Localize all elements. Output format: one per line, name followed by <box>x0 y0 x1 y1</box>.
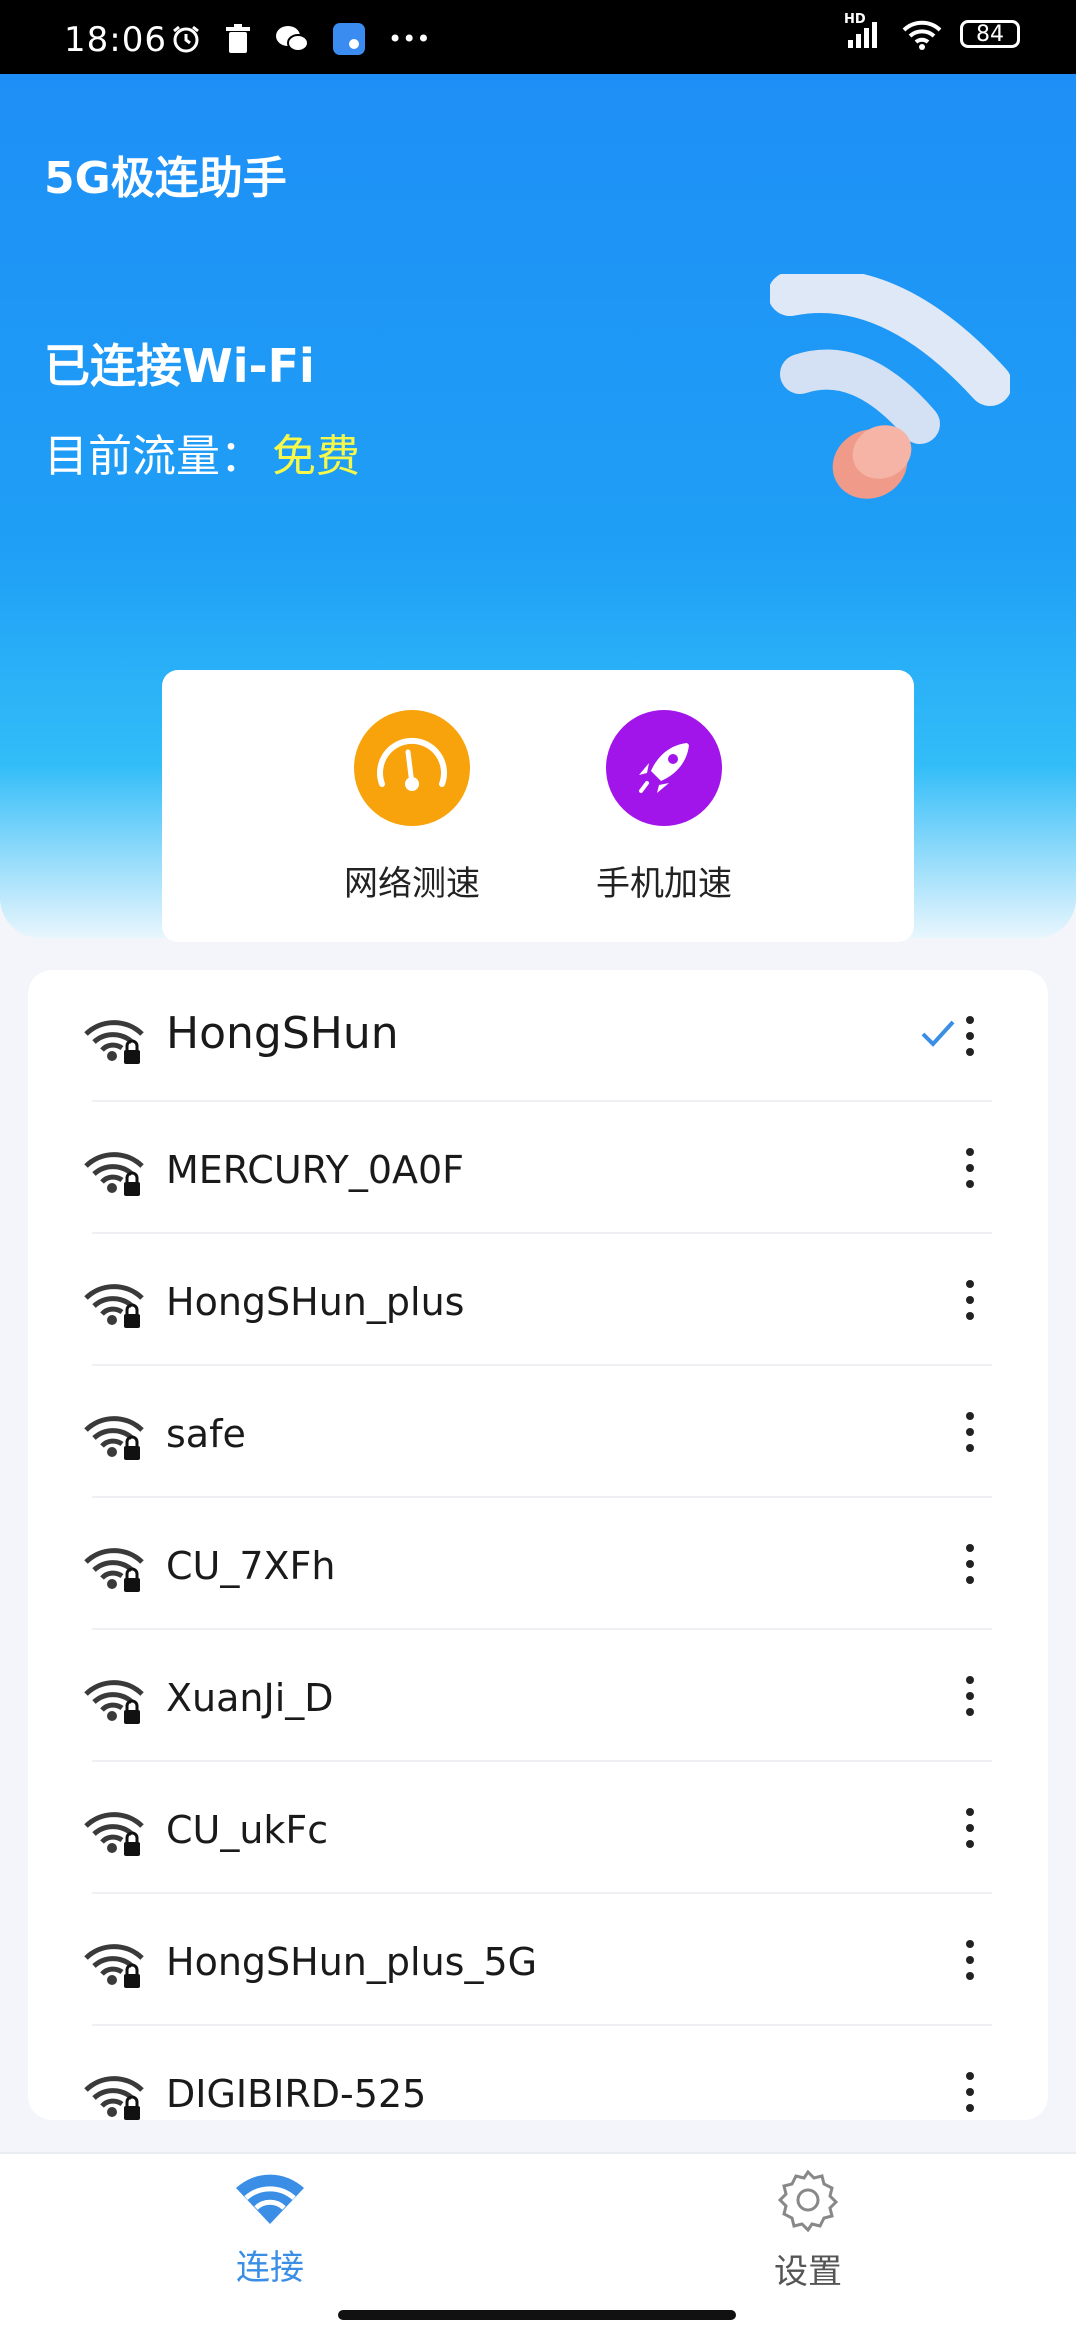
status-time: 18:06 <box>64 20 167 60</box>
network-row[interactable]: HongSHun_plus <box>28 1234 1048 1366</box>
network-ssid: HongSHun_plus <box>166 1280 465 1324</box>
app-title: 5G极连助手 <box>44 153 287 204</box>
home-indicator[interactable] <box>338 2310 736 2320</box>
wifi-locked-icon <box>84 1548 144 1592</box>
phone-boost-button[interactable]: 手机加速 <box>564 710 764 905</box>
network-ssid: MERCURY_0A0F <box>166 1148 465 1192</box>
more-options-icon[interactable] <box>964 1806 976 1850</box>
more-options-icon[interactable] <box>964 1014 976 1058</box>
network-ssid: HongSHun <box>166 1008 399 1059</box>
more-options-icon[interactable] <box>964 1542 976 1586</box>
wifi-locked-icon <box>84 1812 144 1856</box>
wifi-network-list: HongSHun MERCURY_0A0F HongSHun_plus safe… <box>28 970 1048 2120</box>
wifi-locked-icon <box>84 1152 144 1196</box>
network-row[interactable]: CU_ukFc <box>28 1762 1048 1894</box>
network-row[interactable]: MERCURY_0A0F <box>28 1102 1048 1234</box>
network-ssid: HongSHun_plus_5G <box>166 1940 538 1984</box>
network-ssid: XuanJi_D <box>166 1676 334 1720</box>
app-notification-icon <box>333 23 365 55</box>
more-options-icon[interactable] <box>964 1410 976 1454</box>
rocket-icon <box>606 710 722 826</box>
network-ssid: safe <box>166 1412 246 1456</box>
more-options-icon[interactable] <box>964 2070 976 2114</box>
wifi-illustration-icon <box>770 274 1010 499</box>
signal-icon: HD <box>844 12 884 50</box>
tab-settings-label: 设置 <box>774 2252 842 2292</box>
wechat-icon <box>276 26 309 52</box>
trash-icon <box>226 24 250 53</box>
network-row[interactable]: HongSHun <box>28 970 1048 1102</box>
network-ssid: CU_7XFh <box>166 1544 336 1588</box>
tab-connect-label: 连接 <box>236 2248 304 2288</box>
gear-icon <box>777 2169 839 2233</box>
tab-connect[interactable]: 连接 <box>170 2168 370 2289</box>
wifi-status-icon <box>902 20 942 50</box>
status-system-icons: HD 84 <box>844 12 1020 50</box>
traffic-label: 目前流量： <box>44 431 264 482</box>
tab-settings[interactable]: 设置 <box>708 2168 908 2293</box>
battery-level: 84 <box>976 21 1004 47</box>
network-row[interactable]: CU_7XFh <box>28 1498 1048 1630</box>
wifi-locked-icon <box>84 1944 144 1988</box>
status-bar: 18:06 ••• HD 84 <box>0 0 1076 74</box>
network-row[interactable]: XuanJi_D <box>28 1630 1048 1762</box>
network-row[interactable]: HongSHun_plus_5G <box>28 1894 1048 2026</box>
wifi-locked-icon <box>84 1284 144 1328</box>
speed-test-button[interactable]: 网络测速 <box>312 710 512 905</box>
connected-check-icon <box>921 1020 955 1047</box>
more-options-icon[interactable] <box>964 1674 976 1718</box>
more-options-icon[interactable] <box>964 1938 976 1982</box>
header-banner: 5G极连助手 已连接Wi-Fi 目前流量： 免费 网络测速 手机加速 <box>0 74 1076 942</box>
quick-tools-card: 网络测速 手机加速 <box>162 670 914 942</box>
wifi-locked-icon <box>84 2076 144 2120</box>
connection-status: 已连接Wi-Fi <box>44 339 315 393</box>
speed-test-label: 网络测速 <box>344 864 480 904</box>
battery-icon: 84 <box>960 20 1020 48</box>
network-ssid: DIGIBIRD-525 <box>166 2072 427 2116</box>
status-notification-icons: ••• <box>170 22 430 56</box>
wifi-locked-icon <box>84 1020 144 1064</box>
alarm-icon <box>173 25 199 53</box>
network-row[interactable]: DIGIBIRD-525 <box>28 2026 1048 2120</box>
more-options-icon[interactable] <box>964 1146 976 1190</box>
network-ssid: CU_ukFc <box>166 1808 329 1852</box>
more-notifications-indicator: ••• <box>388 25 431 53</box>
wifi-locked-icon <box>84 1416 144 1460</box>
more-options-icon[interactable] <box>964 1278 976 1322</box>
wifi-locked-icon <box>84 1680 144 1724</box>
traffic-value: 免费 <box>272 431 360 482</box>
speedometer-icon <box>354 710 470 826</box>
traffic-info: 目前流量： 免费 <box>44 420 360 484</box>
network-row[interactable]: safe <box>28 1366 1048 1498</box>
wifi-icon <box>236 2174 304 2224</box>
phone-boost-label: 手机加速 <box>596 864 732 904</box>
